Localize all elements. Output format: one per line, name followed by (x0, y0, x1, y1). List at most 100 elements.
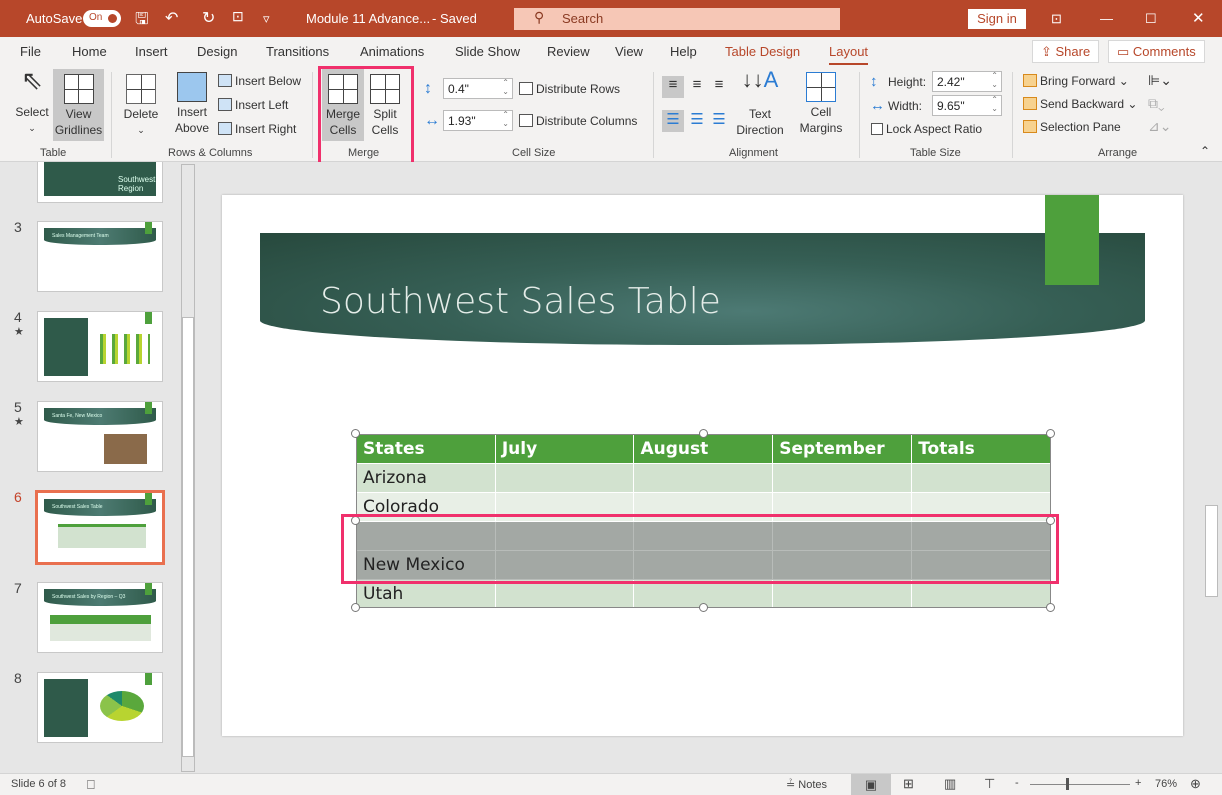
tab-design[interactable]: Design (197, 44, 237, 59)
divider (653, 72, 654, 158)
slide-number: 8 (14, 670, 22, 686)
cell-margins-label: Cell Margins (799, 105, 843, 135)
view-gridlines-button[interactable]: View Gridlines (53, 69, 104, 141)
lock-aspect-ratio-checkbox[interactable]: Lock Aspect Ratio (871, 122, 982, 136)
slide-thumbnail-8[interactable] (37, 672, 163, 743)
notes-button[interactable]: ≟ Notes (786, 778, 827, 791)
slide-sorter-icon[interactable]: ⊞ (903, 776, 914, 792)
insert-below-label: Insert Below (235, 74, 302, 88)
zoom-slider[interactable] (1030, 784, 1130, 785)
slide-thumbnail-3[interactable]: Sales Management Team (37, 221, 163, 292)
customize-qat-icon[interactable]: ▿ (263, 11, 270, 27)
selection-pane-icon (1023, 120, 1037, 133)
close-icon[interactable]: ✕ (1192, 9, 1205, 27)
maximize-icon[interactable]: ☐ (1145, 11, 1157, 27)
bring-forward-button[interactable]: Bring Forward ⌄ (1023, 74, 1129, 88)
table-height-input[interactable]: 2.42" (932, 71, 1002, 92)
insert-right-label: Insert Right (235, 122, 297, 136)
text-direction-button[interactable]: ↓↓A Text Direction (728, 69, 792, 138)
zoom-in-icon[interactable]: + (1135, 777, 1141, 789)
slide-thumbnail-4[interactable] (37, 311, 163, 382)
slide-thumbnail-2[interactable]: Southwest Region (37, 162, 163, 203)
delete-button[interactable]: Delete ⌄ (120, 74, 162, 138)
column-width-input[interactable]: 1.93" (443, 110, 513, 131)
insert-below-button[interactable]: Insert Below (218, 74, 301, 88)
align-objects-icon[interactable]: ⊫⌄ (1148, 72, 1172, 89)
selection-pane-button[interactable]: Selection Pane (1023, 120, 1121, 134)
resize-handle[interactable] (351, 429, 360, 438)
resize-handle[interactable] (699, 429, 708, 438)
save-status[interactable]: - Saved (432, 11, 477, 26)
tab-insert[interactable]: Insert (135, 44, 168, 59)
resize-handle[interactable] (1046, 603, 1055, 612)
select-button[interactable]: ⇖ Select ⌄ (12, 67, 52, 136)
align-top-icon[interactable]: ☰ (662, 110, 684, 132)
tab-animations[interactable]: Animations (360, 44, 424, 59)
share-button[interactable]: ⇪ Share (1032, 40, 1100, 63)
insert-left-label: Insert Left (235, 98, 289, 112)
editor-scrollbar[interactable] (1203, 165, 1220, 745)
zoom-slider-thumb[interactable] (1066, 778, 1069, 790)
insert-left-button[interactable]: Insert Left (218, 98, 288, 112)
fit-to-window-icon[interactable]: ⊕ (1190, 776, 1201, 792)
bring-forward-icon (1023, 74, 1037, 87)
minimize-icon[interactable]: — (1100, 11, 1113, 26)
tab-review[interactable]: Review (547, 44, 590, 59)
row-height-input[interactable]: 0.4" (443, 78, 513, 99)
bring-forward-label: Bring Forward (1040, 74, 1116, 88)
insert-right-button[interactable]: Insert Right (218, 122, 296, 136)
insert-above-button[interactable]: Insert Above (170, 72, 214, 136)
distribute-columns-button[interactable]: Distribute Columns (519, 114, 637, 128)
align-bottom-icon[interactable]: ☰ (708, 110, 730, 128)
search-icon: ⚲ (534, 9, 545, 25)
align-middle-icon[interactable]: ☰ (686, 110, 708, 128)
divider (859, 72, 860, 158)
editor-scroll-thumb[interactable] (1205, 505, 1218, 597)
table-width-input[interactable]: 9.65" (932, 95, 1002, 116)
zoom-out-icon[interactable]: - (1015, 777, 1019, 789)
save-icon[interactable]: 🖫 (135, 8, 149, 35)
present-icon[interactable]: ⊡ (232, 8, 244, 25)
sign-in-button[interactable]: Sign in (968, 9, 1026, 29)
cell-margins-button[interactable]: Cell Margins (792, 72, 850, 136)
text-direction-label: Text Direction (736, 107, 784, 137)
zoom-level[interactable]: 76% (1155, 778, 1177, 790)
search-box[interactable]: Search (514, 8, 840, 30)
slide-thumbnail-7[interactable]: Southwest Sales by Region – Q3 (37, 582, 163, 653)
tab-home[interactable]: Home (72, 44, 107, 59)
comments-button[interactable]: ▭ Comments (1108, 40, 1205, 63)
align-right-icon[interactable]: ≡ (708, 76, 730, 93)
undo-icon[interactable]: ↶ (165, 8, 178, 28)
group-label-table: Table (40, 147, 67, 159)
accessibility-icon[interactable]: ⎕ (87, 777, 95, 793)
tab-table-design[interactable]: Table Design (725, 44, 800, 59)
thumbnail-scroll-thumb[interactable] (182, 317, 194, 757)
reading-view-icon[interactable]: ▥ (944, 776, 956, 792)
send-backward-button[interactable]: Send Backward ⌄ (1023, 97, 1137, 111)
normal-view-icon[interactable]: ▣ (851, 774, 891, 795)
resize-handle[interactable] (351, 603, 360, 612)
slide-title[interactable]: Southwest Sales Table (320, 281, 721, 322)
slideshow-view-icon[interactable]: ⊤ (984, 776, 995, 792)
slide-thumbnail-5[interactable]: Santa Fe, New Mexico (37, 401, 163, 472)
resize-handle[interactable] (1046, 429, 1055, 438)
slide-thumbnail-6[interactable]: Southwest Sales Table (35, 490, 165, 565)
align-left-icon[interactable]: ≡ (662, 76, 684, 98)
animation-star-icon: ★ (14, 416, 24, 428)
notes-label: Notes (798, 779, 828, 791)
resize-handle[interactable] (699, 603, 708, 612)
distribute-rows-button[interactable]: Distribute Rows (519, 82, 620, 96)
ribbon-display-icon[interactable]: ⊡ (1051, 11, 1062, 27)
autosave-toggle[interactable]: On (83, 10, 121, 27)
tab-transitions[interactable]: Transitions (266, 44, 329, 59)
tab-layout[interactable]: Layout (829, 44, 869, 65)
tab-view[interactable]: View (615, 44, 643, 59)
align-center-icon[interactable]: ≡ (686, 76, 708, 93)
tab-help[interactable]: Help (670, 44, 697, 59)
redo-icon[interactable]: ↻ (202, 8, 215, 28)
distribute-columns-label: Distribute Columns (536, 114, 638, 128)
slide-number: 4 (14, 309, 22, 325)
tab-slide-show[interactable]: Slide Show (455, 44, 520, 59)
collapse-ribbon-icon[interactable]: ⌃ (1200, 144, 1210, 158)
tab-file[interactable]: File (20, 44, 41, 59)
